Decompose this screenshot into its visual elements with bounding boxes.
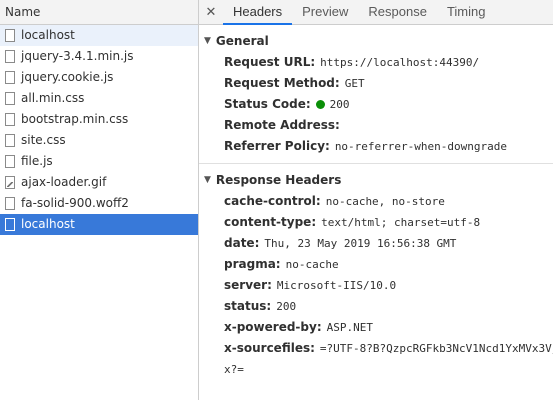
request-name: jquery.cookie.js xyxy=(21,70,114,84)
tab-headers[interactable]: Headers xyxy=(223,0,293,25)
response-headers-section: ▼ Response Headers cache-control: no-cac… xyxy=(199,170,553,380)
request-name: fa-solid-900.woff2 xyxy=(21,196,129,210)
header-key: pragma: xyxy=(224,257,281,271)
request-row-localhost[interactable]: localhost xyxy=(0,25,198,46)
name-column-header[interactable]: Name xyxy=(0,0,198,25)
document-file-icon xyxy=(5,218,15,231)
header-key: server: xyxy=(224,278,272,292)
header-key: x-sourcefiles: xyxy=(224,341,315,355)
header-row: x-sourcefiles: =?UTF-8?B?QzpcRGFkb3NcV1N… xyxy=(199,338,553,359)
tab-preview[interactable]: Preview xyxy=(292,0,358,24)
document-file-icon xyxy=(5,113,15,126)
general-section: ▼ General Request URL: https://localhost… xyxy=(199,31,553,157)
document-file-icon xyxy=(5,50,15,63)
response-headers-toggle[interactable]: ▼ Response Headers xyxy=(199,170,553,191)
header-key: content-type: xyxy=(224,215,317,229)
status-code-value: 200 xyxy=(329,98,350,111)
image-file-icon xyxy=(5,176,15,189)
request-row-localhost-selected[interactable]: localhost xyxy=(0,214,198,235)
request-row-all-min-css[interactable]: all.min.css xyxy=(0,88,198,109)
request-name: ajax-loader.gif xyxy=(21,175,107,189)
general-section-toggle[interactable]: ▼ General xyxy=(199,31,553,52)
request-row-ajax-loader[interactable]: ajax-loader.gif xyxy=(0,172,198,193)
header-value: ASP.NET xyxy=(326,321,373,334)
document-file-icon xyxy=(5,134,15,147)
status-code-row: Status Code: 200 xyxy=(199,94,553,115)
header-row: content-type: text/html; charset=utf-8 xyxy=(199,212,553,233)
request-name: all.min.css xyxy=(21,91,85,105)
header-value-continuation: x?= xyxy=(199,359,553,380)
request-method-label: Request Method: xyxy=(224,76,340,90)
request-name: bootstrap.min.css xyxy=(21,112,129,126)
details-pane: ✕ Headers Preview Response Timing ▼ Gene… xyxy=(199,0,553,400)
document-file-icon xyxy=(5,197,15,210)
tab-response[interactable]: Response xyxy=(358,0,437,24)
request-name: file.js xyxy=(21,154,53,168)
request-row-file-js[interactable]: file.js xyxy=(0,151,198,172)
request-row-jquery-cookie[interactable]: jquery.cookie.js xyxy=(0,67,198,88)
document-file-icon xyxy=(5,29,15,42)
header-row: date: Thu, 23 May 2019 16:56:38 GMT xyxy=(199,233,553,254)
header-key: cache-control: xyxy=(224,194,321,208)
section-divider xyxy=(199,163,553,164)
request-list: localhost jquery-3.4.1.min.js jquery.coo… xyxy=(0,25,198,235)
request-name: jquery-3.4.1.min.js xyxy=(21,49,134,63)
request-url-label: Request URL: xyxy=(224,55,316,69)
tab-timing[interactable]: Timing xyxy=(437,0,496,24)
header-row: pragma: no-cache xyxy=(199,254,553,275)
referrer-policy-label: Referrer Policy: xyxy=(224,139,330,153)
request-row-site-css[interactable]: site.css xyxy=(0,130,198,151)
header-value: Thu, 23 May 2019 16:56:38 GMT xyxy=(264,237,457,250)
referrer-policy-value: no-referrer-when-downgrade xyxy=(334,140,507,153)
header-value: no-cache xyxy=(285,258,339,271)
document-file-icon xyxy=(5,155,15,168)
request-method-value: GET xyxy=(344,77,365,90)
request-list-pane: Name localhost jquery-3.4.1.min.js jquer… xyxy=(0,0,199,400)
header-row: x-powered-by: ASP.NET xyxy=(199,317,553,338)
remote-address-label: Remote Address: xyxy=(224,118,340,132)
referrer-policy-row: Referrer Policy: no-referrer-when-downgr… xyxy=(199,136,553,157)
header-key: date: xyxy=(224,236,260,250)
close-icon[interactable]: ✕ xyxy=(199,0,223,24)
request-url-value: https://localhost:44390/ xyxy=(320,56,480,69)
header-row: status: 200 xyxy=(199,296,553,317)
header-value: Microsoft-IIS/10.0 xyxy=(276,279,397,292)
request-name: localhost xyxy=(21,28,75,42)
status-code-label: Status Code: xyxy=(224,97,311,111)
expand-triangle-icon: ▼ xyxy=(204,175,211,185)
request-method-row: Request Method: GET xyxy=(199,73,553,94)
header-row: server: Microsoft-IIS/10.0 xyxy=(199,275,553,296)
request-row-bootstrap[interactable]: bootstrap.min.css xyxy=(0,109,198,130)
header-value: no-cache, no-store xyxy=(325,195,445,208)
header-value: text/html; charset=utf-8 xyxy=(321,216,481,229)
header-key: status: xyxy=(224,299,272,313)
request-url-row: Request URL: https://localhost:44390/ xyxy=(199,52,553,73)
header-value: =?UTF-8?B?QzpcRGFkb3NcV1Ncd1YxMVx3VjE xyxy=(319,342,553,355)
response-headers-title: Response Headers xyxy=(215,173,342,187)
expand-triangle-icon: ▼ xyxy=(204,36,211,46)
request-name: site.css xyxy=(21,133,66,147)
request-row-jquery[interactable]: jquery-3.4.1.min.js xyxy=(0,46,198,67)
header-key: x-powered-by: xyxy=(224,320,322,334)
remote-address-row: Remote Address: xyxy=(199,115,553,136)
document-file-icon xyxy=(5,71,15,84)
request-row-font[interactable]: fa-solid-900.woff2 xyxy=(0,193,198,214)
header-value: 200 xyxy=(276,300,297,313)
document-file-icon xyxy=(5,92,15,105)
header-row: cache-control: no-cache, no-store xyxy=(199,191,553,212)
details-tabbar: ✕ Headers Preview Response Timing xyxy=(199,0,553,25)
request-name: localhost xyxy=(21,217,75,231)
header-value: x?= xyxy=(224,363,244,376)
status-ok-icon xyxy=(315,100,325,109)
general-title: General xyxy=(215,34,269,48)
